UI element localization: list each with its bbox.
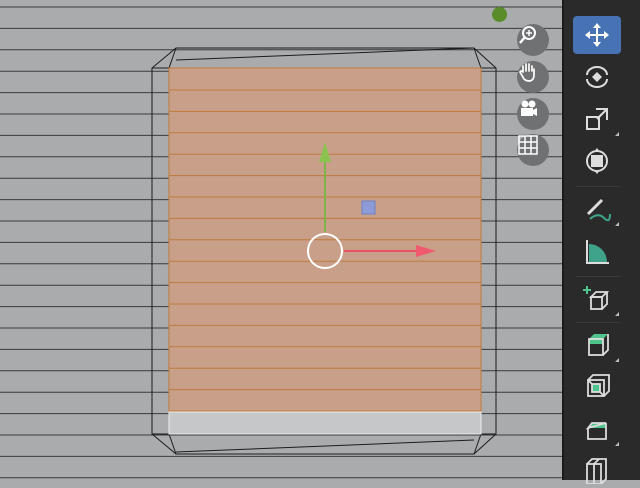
toolbar-separator	[576, 186, 620, 187]
tool-shelf	[562, 0, 640, 484]
tool-move-button[interactable]	[573, 16, 621, 54]
grid-icon	[518, 135, 538, 155]
tool-measure-button[interactable]	[573, 232, 621, 270]
move-icon	[585, 23, 609, 47]
annotate-icon	[586, 198, 611, 222]
tool-scale-button[interactable]	[573, 100, 621, 138]
tool-options-corner	[615, 312, 619, 316]
toolbar-edge	[562, 0, 564, 480]
tool-options-corner	[615, 358, 619, 362]
camera-icon	[521, 100, 537, 116]
tool-bevel-button[interactable]	[573, 410, 621, 448]
status-dot	[492, 7, 507, 22]
tool-options-corner	[615, 442, 619, 446]
scale-icon	[586, 108, 608, 130]
add-cube-icon	[583, 286, 610, 310]
toolbar-separator	[576, 276, 620, 277]
toolbar-separator	[576, 322, 620, 323]
inset-icon	[587, 374, 610, 397]
tool-add-cube-button[interactable]	[573, 280, 621, 318]
hand-icon	[519, 63, 535, 82]
tool-inset-button[interactable]	[573, 368, 621, 406]
rotate-icon	[586, 66, 608, 88]
tool-annotate-button[interactable]	[573, 190, 621, 228]
camera-button[interactable]	[517, 98, 549, 130]
tool-loop-cut-button[interactable]	[573, 450, 621, 488]
tool-options-corner	[615, 222, 619, 226]
tool-options-corner	[615, 132, 619, 136]
bevel-icon	[585, 422, 607, 440]
bottom-face[interactable]	[168, 411, 482, 435]
zoom-button[interactable]	[517, 24, 549, 56]
extrude-icon	[588, 334, 609, 356]
xy-plane-handle[interactable]	[361, 200, 376, 215]
viewport-canvas[interactable]	[0, 0, 562, 480]
tool-extrude-button[interactable]	[573, 326, 621, 364]
3d-viewport[interactable]	[0, 0, 562, 480]
zoom-icon	[519, 26, 536, 44]
ortho-toggle-button[interactable]	[517, 134, 549, 166]
pan-button[interactable]	[517, 61, 549, 93]
tool-transform-button[interactable]	[573, 142, 621, 180]
tool-rotate-button[interactable]	[573, 58, 621, 96]
transform-icon	[586, 148, 608, 174]
measure-icon	[586, 240, 609, 264]
